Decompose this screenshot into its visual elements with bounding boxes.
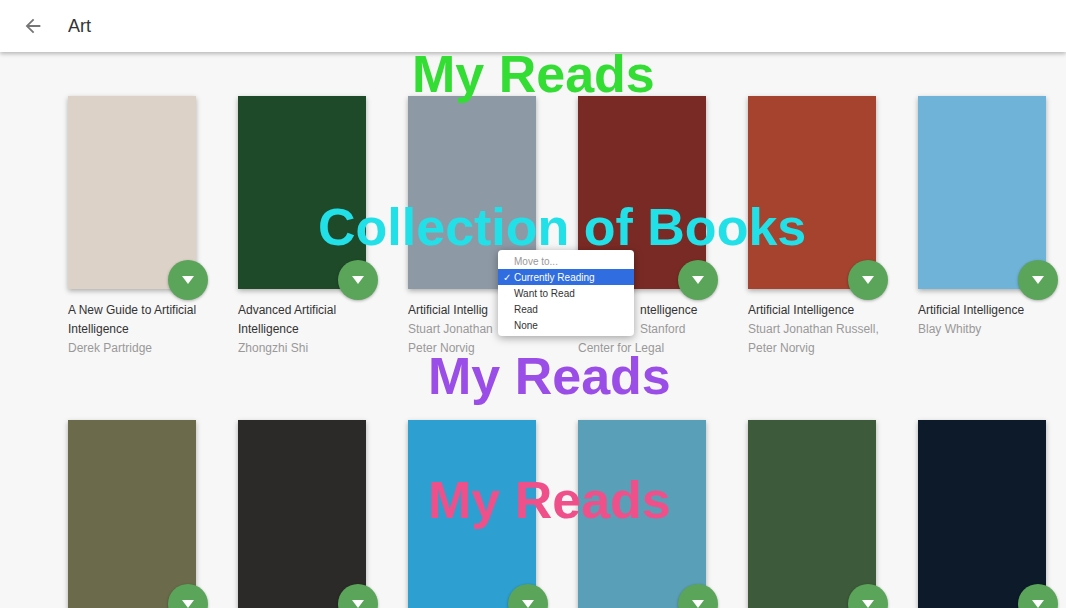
dropdown-arrow-icon [521, 599, 535, 608]
book-card [748, 420, 876, 608]
book-card [68, 420, 196, 608]
book-cover [238, 96, 366, 289]
book-cover [238, 420, 366, 608]
book-card: A New Guide to Artificial IntelligenceDe… [68, 96, 196, 358]
book-info: Artificial IntelligenceBlay Whitby [918, 301, 1066, 358]
menu-item: Move to... [498, 253, 634, 269]
shelf-changer-button[interactable] [338, 260, 378, 300]
menu-item[interactable]: Read [498, 301, 634, 317]
menu-item-label: Read [514, 302, 538, 317]
check-mark: ✓ [498, 270, 514, 285]
dropdown-arrow-icon [351, 599, 365, 608]
book-title: Artificial Intelligence [748, 301, 908, 320]
shelf-changer-button[interactable] [848, 260, 888, 300]
watermark-text: My Reads [428, 350, 671, 402]
book-cover [68, 96, 196, 289]
watermark-text: My Reads [412, 48, 655, 100]
book-cover [68, 420, 196, 608]
menu-item-label: None [514, 318, 538, 333]
shelf-changer-button[interactable] [168, 584, 208, 608]
shelf-changer-button[interactable] [1018, 584, 1058, 608]
book-cover [748, 96, 876, 289]
back-arrow-icon[interactable] [22, 15, 44, 37]
menu-item[interactable]: ✓Currently Reading [498, 269, 634, 285]
search-bar [0, 0, 1066, 52]
shelf-changer-button[interactable] [1018, 260, 1058, 300]
shelf-changer-button[interactable] [338, 584, 378, 608]
book-info: Artificial IntelligenceStuart Jonathan R… [748, 301, 908, 358]
menu-item-label: Currently Reading [514, 270, 595, 285]
book-card: Artificial IntelligenceBlay Whitby [918, 96, 1046, 358]
dropdown-arrow-icon [691, 599, 705, 608]
menu-item[interactable]: None [498, 317, 634, 333]
search-input[interactable] [68, 13, 468, 40]
book-author: Blay Whitby [918, 320, 1066, 339]
menu-item[interactable]: Want to Read [498, 285, 634, 301]
book-author: Derek Partridge [68, 339, 228, 358]
watermark-text: My Reads [428, 474, 671, 526]
dropdown-arrow-icon [1031, 599, 1045, 608]
book-cover [748, 420, 876, 608]
book-author: Stuart Jonathan Russell, [748, 320, 908, 339]
dropdown-arrow-icon [181, 275, 195, 285]
book-title: Advanced Artificial Intelligence [238, 301, 398, 339]
dropdown-arrow-icon [181, 599, 195, 608]
book-author: Zhongzhi Shi [238, 339, 398, 358]
dropdown-arrow-icon [861, 599, 875, 608]
book-cover [918, 96, 1046, 289]
menu-item-label: Move to... [514, 254, 558, 269]
dropdown-arrow-icon [861, 275, 875, 285]
watermark-text: Collection of Books [318, 201, 806, 253]
shelf-changer-button[interactable] [168, 260, 208, 300]
book-author: Peter Norvig [748, 339, 908, 358]
shelf-changer-button[interactable] [678, 584, 718, 608]
book-card [238, 420, 366, 608]
book-card [918, 420, 1046, 608]
shelf-changer-button[interactable] [678, 260, 718, 300]
menu-item-label: Want to Read [514, 286, 575, 301]
book-cover [918, 420, 1046, 608]
dropdown-arrow-icon [691, 275, 705, 285]
book-title: A New Guide to Artificial Intelligence [68, 301, 228, 339]
book-title: Artificial Intelligence [918, 301, 1066, 320]
shelf-changer-button[interactable] [508, 584, 548, 608]
shelf-changer-button[interactable] [848, 584, 888, 608]
book-info: Advanced Artificial IntelligenceZhongzhi… [238, 301, 398, 358]
dropdown-arrow-icon [351, 275, 365, 285]
dropdown-arrow-icon [1031, 275, 1045, 285]
shelf-menu: Move to...✓Currently ReadingWant to Read… [498, 250, 634, 336]
book-info: A New Guide to Artificial IntelligenceDe… [68, 301, 228, 358]
